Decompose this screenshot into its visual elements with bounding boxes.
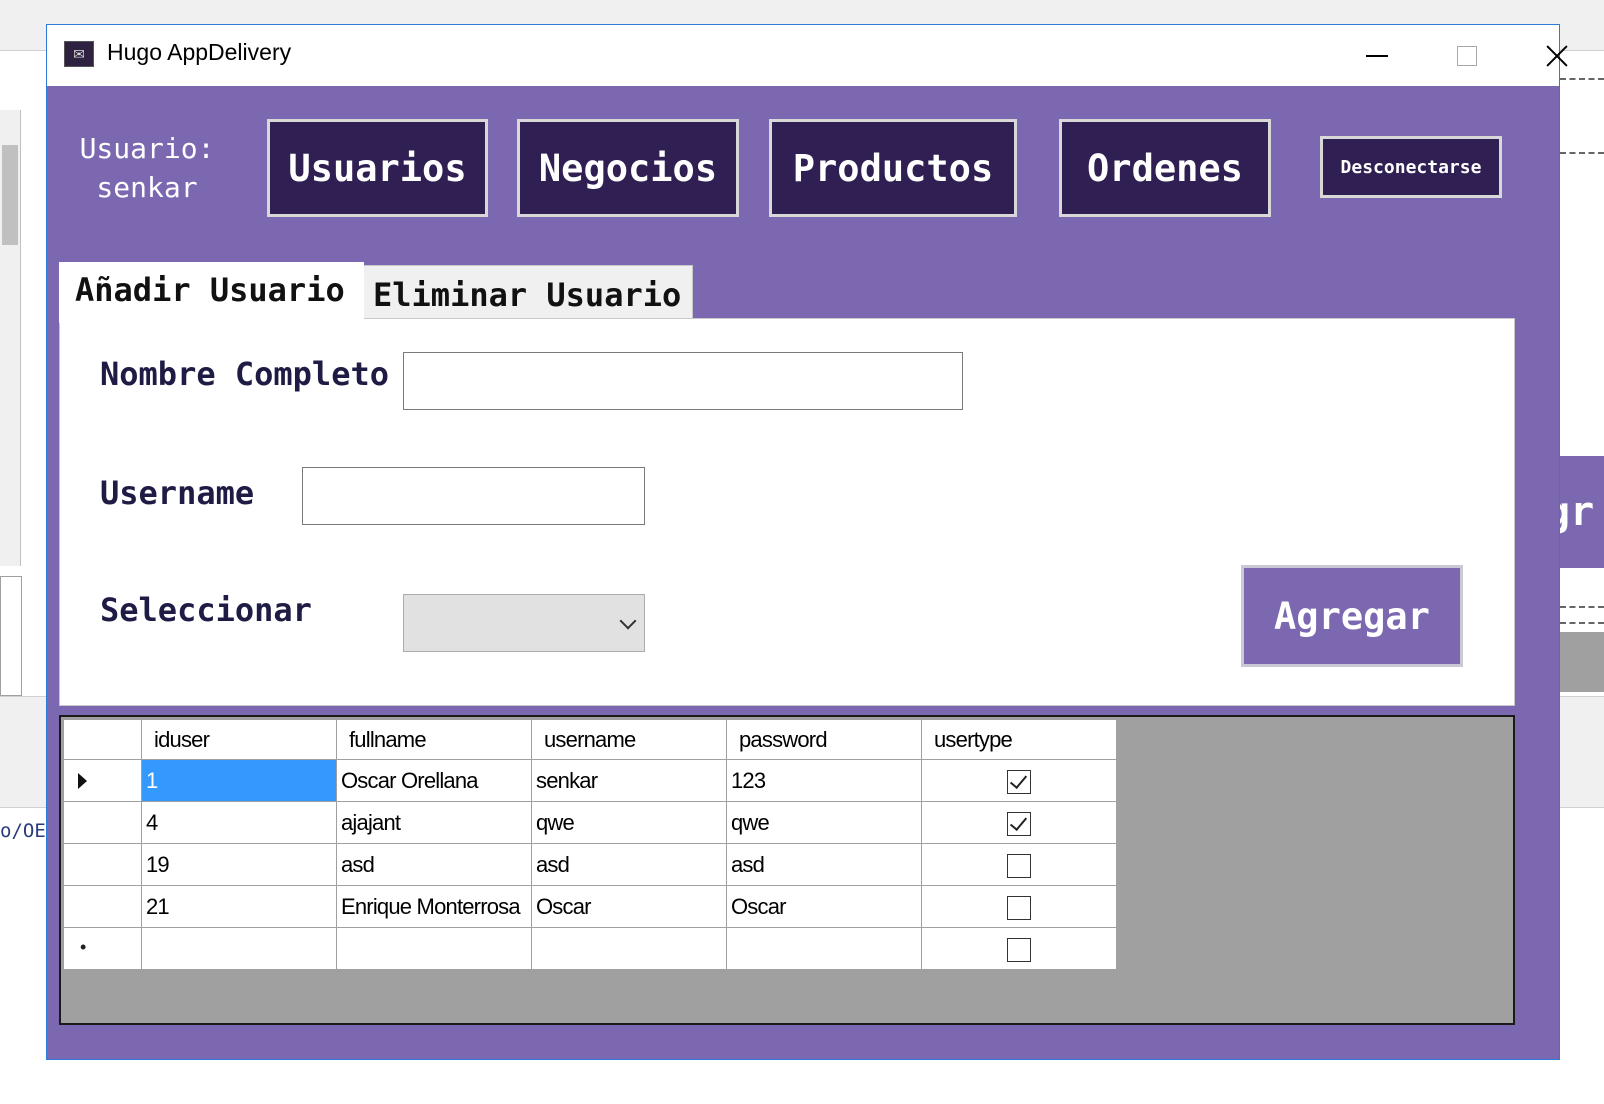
cell-password[interactable]: Oscar [726, 885, 922, 928]
chevron-down-icon [619, 612, 637, 630]
users-table: iduser fullname username password userty… [63, 719, 1117, 970]
user-label-name: senkar [96, 171, 198, 204]
cell-password[interactable] [726, 927, 922, 970]
cell-usertype [921, 759, 1117, 802]
fullname-input[interactable] [403, 352, 963, 410]
minimize-button[interactable] [1332, 25, 1422, 86]
row-header[interactable] [63, 885, 142, 928]
new-row[interactable]: • [63, 927, 1117, 970]
cell-username[interactable] [531, 927, 727, 970]
cell-fullname[interactable]: asd [336, 843, 532, 886]
usertype-checkbox[interactable] [1007, 895, 1031, 920]
background-button-label: gr [1560, 489, 1595, 535]
usertype-checkbox[interactable] [1007, 853, 1031, 878]
app-window: ✉ Hugo AppDelivery Usuario: senkar Usuar… [46, 24, 1560, 1060]
minimize-icon [1366, 54, 1388, 57]
table-row[interactable]: 4 ajajant qwe qwe [63, 801, 1117, 844]
cell-fullname[interactable]: ajajant [336, 801, 532, 844]
cell-iduser[interactable]: 1 [141, 759, 337, 802]
fullname-label: Nombre Completo [100, 355, 389, 393]
usertype-checkbox[interactable] [1007, 811, 1031, 836]
maximize-icon [1457, 45, 1477, 66]
cell-username[interactable]: qwe [531, 801, 727, 844]
background-divider [1560, 152, 1604, 154]
cell-iduser[interactable]: 4 [141, 801, 337, 844]
cell-fullname[interactable]: Oscar Orellana [336, 759, 532, 802]
background-gray-area [1560, 632, 1604, 692]
window-title: Hugo AppDelivery [107, 39, 292, 65]
maximize-button[interactable] [1422, 25, 1512, 86]
table-row[interactable]: 1 Oscar Orellana senkar 123 [63, 759, 1117, 802]
background-scroll-thumb[interactable] [2, 145, 18, 245]
new-row-icon: • [80, 937, 86, 957]
column-header-iduser[interactable]: iduser [141, 719, 337, 760]
cell-iduser[interactable]: 19 [141, 843, 337, 886]
logout-button[interactable]: Desconectarse [1320, 136, 1502, 198]
row-header-corner[interactable] [63, 719, 142, 760]
cell-username[interactable]: senkar [531, 759, 727, 802]
column-header-username[interactable]: username [531, 719, 727, 760]
nav-usuarios-button[interactable]: Usuarios [267, 119, 488, 217]
background-bar [0, 696, 48, 808]
table-row[interactable]: 19 asd asd asd [63, 843, 1117, 886]
nav-ordenes-button[interactable]: Ordenes [1059, 119, 1271, 217]
background-bar [1560, 696, 1604, 808]
row-header[interactable]: • [63, 927, 142, 970]
cell-iduser[interactable] [141, 927, 337, 970]
cell-iduser[interactable]: 21 [141, 885, 337, 928]
row-header[interactable] [63, 759, 142, 802]
background-divider [1560, 606, 1604, 608]
user-label-caption: Usuario: [79, 132, 215, 165]
tab-eliminar-usuario[interactable]: Eliminar Usuario [363, 265, 693, 321]
cell-username[interactable]: asd [531, 843, 727, 886]
background-scrollbar[interactable] [0, 110, 21, 566]
row-header[interactable] [63, 801, 142, 844]
cell-password[interactable]: qwe [726, 801, 922, 844]
cell-usertype [921, 801, 1117, 844]
usertype-select[interactable] [403, 594, 645, 652]
row-header[interactable] [63, 843, 142, 886]
nav-negocios-button[interactable]: Negocios [517, 119, 739, 217]
app-icon: ✉ [64, 41, 94, 67]
users-data-grid[interactable]: iduser fullname username password userty… [59, 715, 1515, 1025]
column-header-usertype[interactable]: usertype [921, 719, 1117, 760]
username-label: Username [100, 474, 255, 512]
add-user-panel: Nombre Completo Username Seleccionar Agr… [59, 318, 1515, 706]
close-icon [1545, 44, 1569, 68]
tab-anadir-usuario[interactable]: Añadir Usuario [59, 262, 364, 323]
table-row[interactable]: 21 Enrique Monterrosa Oscar Oscar [63, 885, 1117, 928]
cell-usertype [921, 927, 1117, 970]
cell-username[interactable]: Oscar [531, 885, 727, 928]
add-user-button[interactable]: Agregar [1241, 565, 1463, 667]
current-user-label: Usuario: senkar [77, 129, 217, 207]
row-pointer-icon [78, 773, 87, 789]
cell-usertype [921, 843, 1117, 886]
usertype-checkbox[interactable] [1007, 769, 1031, 794]
background-panel [0, 576, 22, 696]
usertype-select-label: Seleccionar [100, 591, 312, 629]
background-button[interactable]: gr [1560, 456, 1604, 568]
column-header-fullname[interactable]: fullname [336, 719, 532, 760]
usertype-checkbox[interactable] [1007, 937, 1031, 962]
background-text: o/OE [0, 820, 46, 842]
title-bar[interactable]: ✉ Hugo AppDelivery [47, 25, 1559, 86]
nav-productos-button[interactable]: Productos [769, 119, 1017, 217]
cell-password[interactable]: 123 [726, 759, 922, 802]
table-header-row: iduser fullname username password userty… [63, 719, 1117, 760]
background-divider [1560, 622, 1604, 624]
column-header-password[interactable]: password [726, 719, 922, 760]
username-input[interactable] [302, 467, 645, 525]
cell-password[interactable]: asd [726, 843, 922, 886]
cell-fullname[interactable]: Enrique Monterrosa [336, 885, 532, 928]
close-button[interactable] [1512, 25, 1602, 86]
cell-usertype [921, 885, 1117, 928]
cell-fullname[interactable] [336, 927, 532, 970]
